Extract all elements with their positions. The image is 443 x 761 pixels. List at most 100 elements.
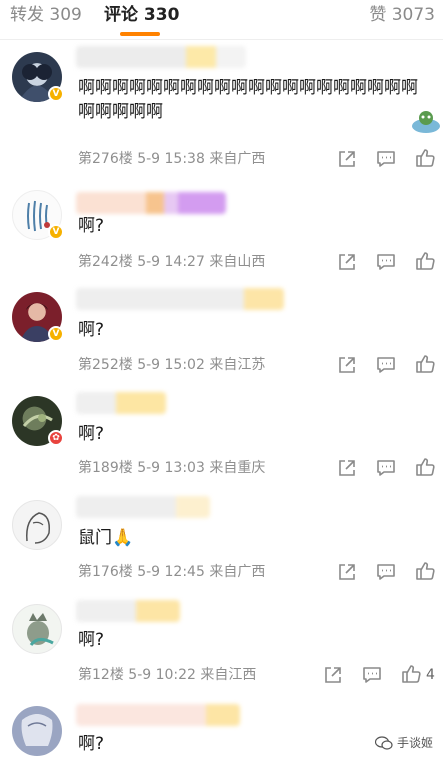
pray-emoji-icon: 🙏 [112, 528, 134, 548]
floor-number: 第252楼 [78, 357, 133, 373]
comment-text: 啊? [78, 320, 105, 340]
reply-button[interactable] [375, 354, 397, 376]
avatar[interactable] [12, 706, 62, 756]
like-icon [402, 665, 421, 683]
comment-item: V 啊? 第252楼 5-9 15:02 来自江苏 [0, 284, 443, 388]
username-blurred [76, 704, 240, 726]
comment-meta: 第176楼 5-9 12:45 来自广西 [78, 563, 265, 581]
tab-repost-count: 309 [49, 5, 82, 25]
comment-date: 5-9 [137, 357, 161, 373]
floor-number: 第189楼 [78, 460, 133, 476]
floor-number: 第242楼 [78, 254, 133, 270]
comment-location: 来自江苏 [209, 357, 266, 373]
tab-like-count: 3073 [391, 5, 435, 25]
like-icon [416, 355, 435, 373]
comment-icon [377, 151, 395, 167]
tab-repost[interactable]: 转发 309 [10, 4, 82, 26]
tab-bar: 转发 309 评论 330 赞 3073 [0, 0, 443, 40]
comment-icon [377, 357, 395, 373]
username-blurred [76, 46, 246, 68]
share-button[interactable] [336, 251, 358, 273]
reply-button[interactable] [375, 251, 397, 273]
member-badge: ✿ [48, 430, 64, 446]
sticker-icon [412, 111, 440, 133]
comment-text: 啊? [78, 734, 105, 754]
comment-icon [363, 667, 381, 683]
active-tab-indicator [120, 32, 160, 36]
comment-item: V 啊啊啊啊啊啊啊啊啊啊啊啊啊啊啊啊啊啊啊啊啊啊啊啊啊 第276楼 5-9 15… [0, 40, 443, 180]
like-button[interactable] [400, 663, 422, 685]
share-icon [339, 151, 355, 167]
comment-location: 来自广西 [209, 151, 266, 167]
like-button[interactable] [414, 456, 436, 478]
comment-text: 鼠门🙏 [78, 526, 133, 550]
comment-location: 来自广西 [209, 564, 266, 580]
comment-item: 鼠门🙏 第176楼 5-9 12:45 来自广西 [0, 492, 443, 596]
share-icon [339, 357, 355, 373]
comment-text-body: 鼠门 [78, 528, 112, 548]
floor-number: 第12楼 [78, 667, 124, 683]
comment-time: 15:02 [164, 357, 205, 373]
comment-location: 来自重庆 [209, 460, 266, 476]
comment-icon [377, 460, 395, 476]
comment-time: 14:27 [164, 254, 205, 270]
share-button[interactable] [336, 457, 358, 479]
comment-date: 5-9 [137, 564, 161, 580]
share-button[interactable] [336, 561, 358, 583]
comment-date: 5-9 [137, 254, 161, 270]
avatar[interactable] [12, 500, 62, 550]
comment-icon [377, 254, 395, 270]
username-blurred [76, 496, 210, 518]
reply-button[interactable] [375, 561, 397, 583]
username-blurred [76, 288, 284, 310]
share-button[interactable] [336, 354, 358, 376]
avatar-image [27, 613, 54, 646]
username-blurred [76, 600, 180, 622]
like-count: 4 [426, 667, 435, 683]
comment-date: 5-9 [128, 667, 152, 683]
like-button[interactable] [414, 147, 436, 169]
verified-badge: V [48, 86, 64, 102]
like-button[interactable] [414, 250, 436, 272]
like-icon [416, 562, 435, 580]
comment-time: 13:03 [164, 460, 205, 476]
comment-time: 12:45 [164, 564, 205, 580]
username-blurred [76, 192, 226, 214]
share-icon [325, 667, 341, 683]
comment-location: 来自山西 [209, 254, 266, 270]
avatar-image [26, 512, 51, 544]
like-icon [416, 149, 435, 167]
comment-item: 啊? [0, 700, 443, 761]
comment-icon [377, 564, 395, 580]
comment-meta: 第276楼 5-9 15:38 来自广西 [78, 150, 265, 168]
like-button[interactable] [414, 560, 436, 582]
floor-number: 第276楼 [78, 151, 133, 167]
comment-item: V 啊? 第242楼 5-9 14:27 来自山西 [0, 180, 443, 284]
comment-date: 5-9 [137, 460, 161, 476]
reply-button[interactable] [375, 148, 397, 170]
share-button[interactable] [336, 148, 358, 170]
verified-badge: V [48, 326, 64, 342]
tab-repost-label: 转发 [10, 5, 44, 25]
like-icon [416, 458, 435, 476]
comment-time: 15:38 [164, 151, 205, 167]
tab-like[interactable]: 赞 3073 [369, 4, 435, 26]
tab-comment-label: 评论 [104, 5, 138, 25]
verified-badge: V [48, 224, 64, 240]
comment-item: 啊? 第12楼 5-9 10:22 来自江西 4 [0, 596, 443, 700]
tab-like-label: 赞 [369, 5, 387, 25]
comment-item: ✿ 啊? 第189楼 5-9 13:03 来自重庆 [0, 388, 443, 492]
share-button[interactable] [322, 664, 344, 686]
wechat-icon [374, 735, 393, 750]
avatar[interactable] [12, 604, 62, 654]
floor-number: 第176楼 [78, 564, 133, 580]
comment-text: 啊? [78, 216, 105, 236]
reply-button[interactable] [375, 457, 397, 479]
like-button[interactable] [414, 353, 436, 375]
comment-text: 啊? [78, 424, 105, 444]
reply-button[interactable] [361, 664, 383, 686]
comment-text: 啊? [78, 630, 105, 650]
tab-comment-count: 330 [143, 5, 180, 25]
share-icon [339, 254, 355, 270]
avatar-image [21, 714, 53, 746]
